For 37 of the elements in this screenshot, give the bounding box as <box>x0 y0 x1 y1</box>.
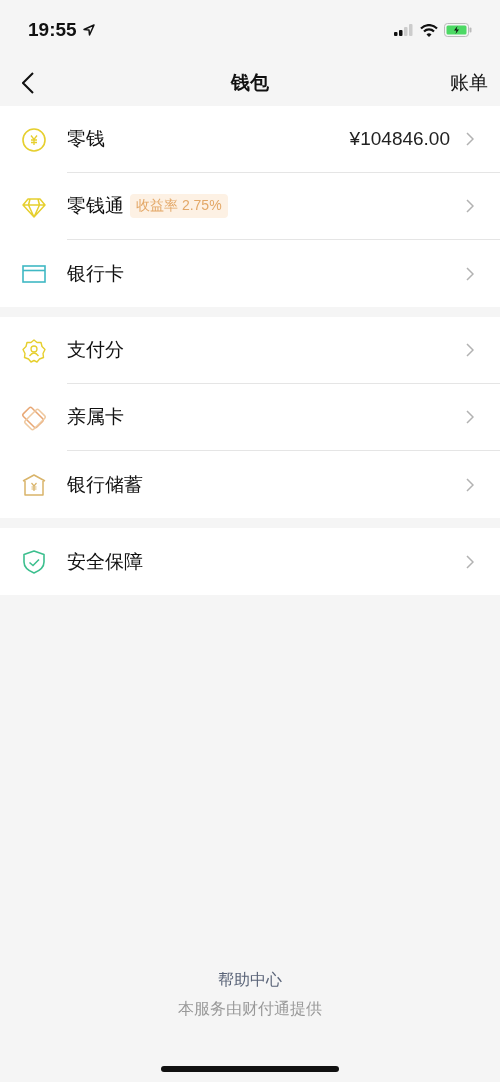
menu-label: 亲属卡 <box>67 405 124 429</box>
menu-label: 零钱通 <box>67 194 124 218</box>
balance-amount: ¥104846.00 <box>349 128 450 150</box>
signal-icon <box>394 24 414 36</box>
menu-row[interactable]: 安全保障 <box>0 528 500 595</box>
menu-label: 银行卡 <box>67 261 124 286</box>
bank-icon <box>21 471 47 498</box>
battery-icon <box>444 23 472 37</box>
chevron-icon <box>466 343 474 357</box>
menu-label: 零钱 <box>67 127 105 151</box>
menu-row[interactable]: 银行储蓄 <box>0 451 500 518</box>
menu-row[interactable]: 银行卡 <box>0 240 500 307</box>
chevron-icon <box>466 132 474 146</box>
cards-icon <box>21 404 47 431</box>
chevron-icon <box>466 199 474 213</box>
chevron-icon <box>466 554 474 569</box>
page-title: 钱包 <box>231 71 269 95</box>
coin-icon <box>21 126 47 153</box>
chevron-icon <box>466 477 474 492</box>
yield-badge: 收益率 2.75% <box>130 194 228 218</box>
badge-icon <box>21 337 47 364</box>
menu-label: 安全保障 <box>67 549 143 574</box>
chevron-icon <box>466 410 474 424</box>
menu-row[interactable]: 零钱通 收益率 2.75% <box>0 173 500 240</box>
bills-button[interactable]: 账单 <box>450 66 488 100</box>
menu-row[interactable]: 零钱 ¥104846.00 <box>0 106 500 173</box>
menu-label: 银行储蓄 <box>67 472 143 497</box>
help-center-link[interactable]: 帮助中心 <box>218 970 282 991</box>
location-arrow-icon <box>82 24 95 36</box>
menu-row[interactable]: 亲属卡 <box>0 384 500 451</box>
status-time: 19:55 <box>28 19 77 41</box>
menu-label: 支付分 <box>67 338 124 362</box>
wifi-icon <box>420 23 438 37</box>
provider-note: 本服务由财付通提供 <box>178 999 322 1019</box>
shield-icon <box>21 548 47 575</box>
chevron-icon <box>466 266 474 281</box>
menu-row[interactable]: 支付分 <box>0 317 500 384</box>
